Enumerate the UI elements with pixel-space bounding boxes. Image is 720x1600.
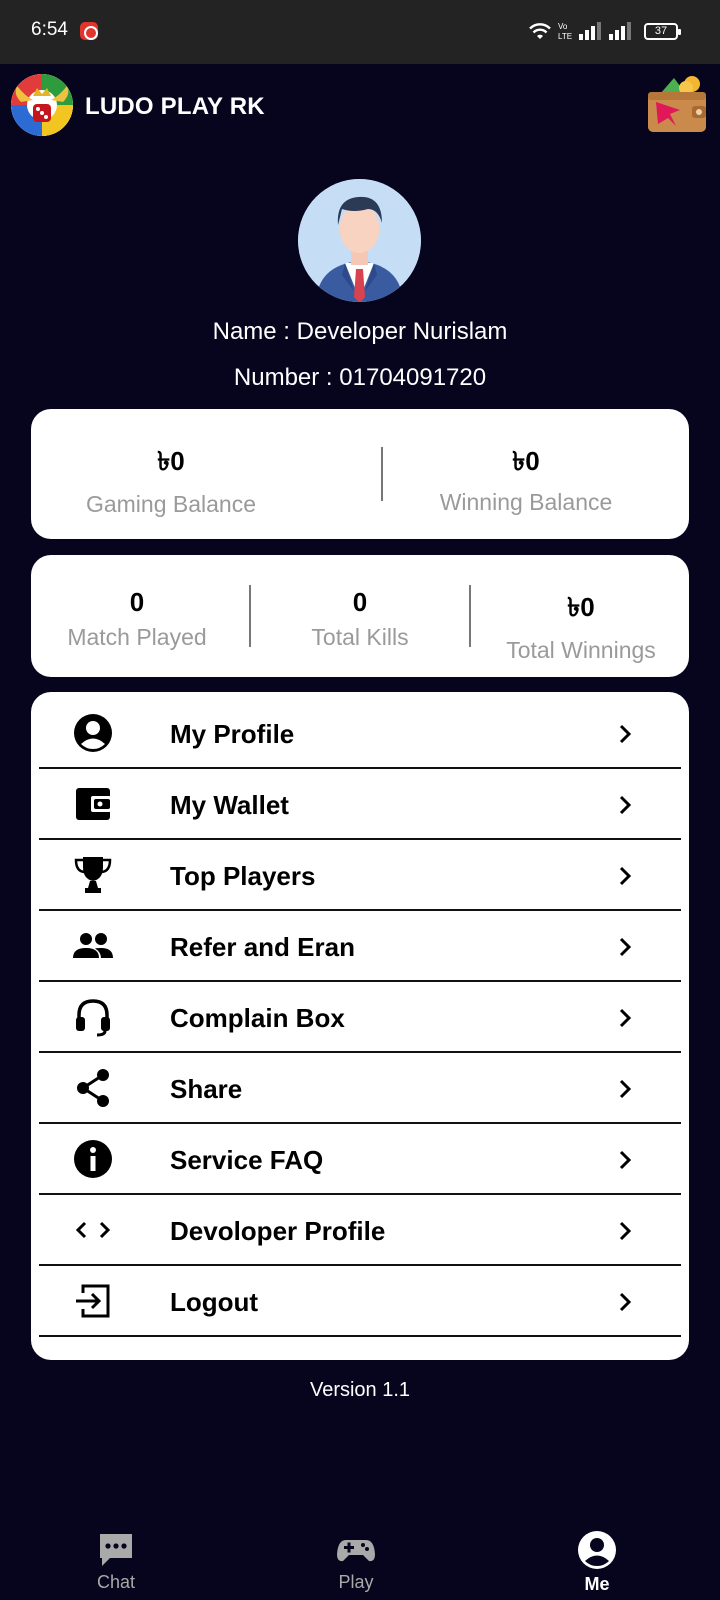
nav-tab-me[interactable]: Me xyxy=(537,1510,657,1595)
wifi-icon xyxy=(529,23,551,39)
account-circle-icon xyxy=(578,1531,616,1569)
menu-item-label: My Wallet xyxy=(170,790,289,820)
gamepad-icon xyxy=(337,1540,375,1562)
menu-item-service-faq[interactable]: Service FAQ xyxy=(39,1124,681,1195)
menu-item-top-players[interactable]: Top Players xyxy=(39,840,681,911)
info-icon xyxy=(74,1140,112,1178)
menu-item-my-profile[interactable]: My Profile xyxy=(39,698,681,769)
gaming-balance: ৳0 Gaming Balance xyxy=(71,441,271,518)
chevron-right-icon xyxy=(619,1292,632,1312)
menu-item-label: Top Players xyxy=(170,861,316,891)
menu-item-complain-box[interactable]: Complain Box xyxy=(39,982,681,1053)
bottom-nav: Chat Play Me xyxy=(0,1510,720,1600)
winning-balance: ৳0 Winning Balance xyxy=(421,441,631,516)
app-title: LUDO PLAY RK xyxy=(85,93,265,120)
menu-item-share[interactable]: Share xyxy=(39,1053,681,1124)
total-kills-label: Total Kills xyxy=(311,624,409,650)
version-text: Version 1.1 xyxy=(309,1379,411,1401)
stats-card: 0 Match Played 0 Total Kills ৳0 Total Wi… xyxy=(31,555,689,677)
menu-item-refer-and-earn[interactable]: Refer and Eran xyxy=(39,911,681,982)
nav-label: Play xyxy=(338,1572,374,1592)
menu-item-label: Logout xyxy=(170,1287,259,1317)
menu-item-my-wallet[interactable]: My Wallet xyxy=(39,769,681,840)
chevron-right-icon xyxy=(619,1079,632,1099)
account-circle-icon xyxy=(74,714,112,752)
gaming-balance-label: Gaming Balance xyxy=(85,491,257,517)
chevron-right-icon xyxy=(619,866,632,886)
chevron-right-icon xyxy=(619,724,632,744)
share-icon xyxy=(77,1069,109,1107)
nav-tab-play[interactable]: Play xyxy=(296,1510,416,1593)
menu-item-logout[interactable]: Logout xyxy=(39,1266,681,1337)
menu-item-label: Devoloper Profile xyxy=(170,1216,386,1246)
total-winnings-label: Total Winnings xyxy=(506,637,656,663)
chevron-right-icon xyxy=(619,1150,632,1170)
svg-text:LTE: LTE xyxy=(558,32,572,41)
avatar xyxy=(298,179,421,302)
menu-item-label: My Profile xyxy=(170,719,295,749)
menu-item-label: Complain Box xyxy=(170,1003,345,1033)
nav-tab-chat[interactable]: Chat xyxy=(56,1510,176,1593)
winning-balance-value: ৳0 xyxy=(512,446,540,476)
logout-icon xyxy=(76,1284,110,1318)
svg-text:Vo: Vo xyxy=(558,22,568,31)
people-icon xyxy=(73,933,113,958)
wallet-button[interactable] xyxy=(646,74,708,136)
winning-balance-label: Winning Balance xyxy=(439,489,613,515)
chevron-right-icon xyxy=(619,1221,632,1241)
app-logo xyxy=(11,74,73,136)
menu-item-label: Share xyxy=(170,1074,243,1104)
profile-name: Name : Developer Nurislam xyxy=(212,318,508,345)
battery-icon: 37 xyxy=(644,23,681,40)
headset-icon xyxy=(76,999,110,1037)
total-kills-value: 0 xyxy=(352,587,368,617)
chevron-right-icon xyxy=(619,937,632,957)
balance-card: ৳0 Gaming Balance ৳0 Winning Balance xyxy=(31,409,689,539)
menu-item-label: Service FAQ xyxy=(170,1145,324,1175)
chevron-right-icon xyxy=(619,1008,632,1028)
menu-card: My Profile My Wallet Top Players Refer a… xyxy=(31,692,689,1360)
notification-icon xyxy=(80,22,98,40)
divider xyxy=(469,585,471,647)
nav-label: Me xyxy=(584,1574,610,1594)
divider xyxy=(249,585,251,647)
status-bar: 6:54 Vo LTE 37 xyxy=(0,0,720,64)
nav-label: Chat xyxy=(96,1572,136,1592)
total-winnings: ৳0 Total Winnings xyxy=(483,587,679,664)
wallet-icon xyxy=(76,788,111,820)
menu-item-developer-profile[interactable]: Devoloper Profile xyxy=(39,1195,681,1266)
code-icon xyxy=(75,1221,111,1239)
trophy-icon xyxy=(74,857,112,893)
profile-number: Number : 01704091720 xyxy=(233,364,487,391)
status-icons: Vo LTE 37 xyxy=(528,20,688,44)
gaming-balance-value: ৳0 xyxy=(157,446,185,476)
menu-item-label: Refer and Eran xyxy=(170,932,355,962)
match-played-label: Match Played xyxy=(67,624,207,650)
match-played: 0 Match Played xyxy=(51,587,223,651)
signal-icon-2 xyxy=(609,22,631,40)
total-winnings-value: ৳0 xyxy=(567,592,595,622)
app-header: LUDO PLAY RK xyxy=(0,64,720,154)
status-time: 6:54 xyxy=(31,19,68,40)
wallet-icon xyxy=(648,76,706,132)
chevron-right-icon xyxy=(619,795,632,815)
signal-icon xyxy=(579,22,601,40)
match-played-value: 0 xyxy=(129,587,145,617)
total-kills: 0 Total Kills xyxy=(271,587,449,651)
divider xyxy=(381,447,383,501)
chat-icon xyxy=(100,1534,132,1566)
volte-icon: Vo LTE xyxy=(558,22,572,41)
